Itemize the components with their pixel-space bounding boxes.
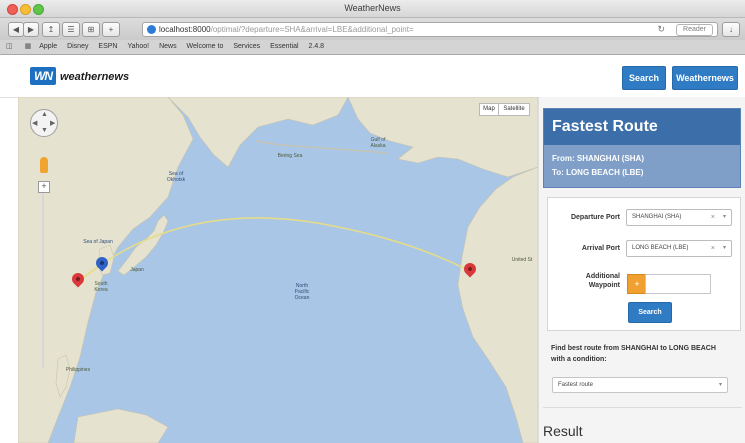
map-label-bering-sea: Bering Sea <box>277 153 303 159</box>
map-label-japan: Japan <box>130 267 144 273</box>
waypoint-input[interactable] <box>645 274 711 294</box>
sidebar-icon[interactable]: ☰ <box>62 22 80 37</box>
share-icon[interactable]: ↥ <box>42 22 60 37</box>
pan-control[interactable]: ▲ ▼ ◀ ▶ <box>30 109 58 137</box>
reader-button[interactable]: Reader <box>676 24 713 36</box>
weathernews-button[interactable]: Weathernews <box>672 66 738 90</box>
bookmark-item[interactable]: Welcome to <box>187 40 224 54</box>
header-search-button[interactable]: Search <box>622 66 666 90</box>
bookmark-item[interactable]: 2.4.8 <box>308 40 324 54</box>
clear-arrival-icon[interactable]: × <box>706 241 715 256</box>
route-title: Fastest Route <box>544 109 740 145</box>
map-label-philippines: Philippines <box>65 367 91 373</box>
browser-titlebar: WeatherNews <box>0 0 745 18</box>
street-view-pegman-icon[interactable] <box>40 157 48 173</box>
route-from: From: SHANGHAI (SHA) <box>552 154 644 163</box>
arrival-port-select[interactable]: LONG BEACH (LBE) × ▾ <box>626 240 732 257</box>
url-path: /optimal/?departure=SHA&arrival=LBE&addi… <box>210 25 414 34</box>
pan-left-icon[interactable]: ◀ <box>32 119 37 127</box>
add-waypoint-button[interactable]: + <box>627 274 647 294</box>
condition-select[interactable]: Fastest route ▾ <box>552 377 728 393</box>
back-icon[interactable]: ◀ <box>8 22 24 37</box>
bookmarks-bar: ◫ ▦ Apple Disney ESPN Yahoo! News Welcome… <box>0 40 745 55</box>
bookmark-item[interactable]: Essential <box>270 40 298 54</box>
pan-up-icon[interactable]: ▲ <box>41 111 48 118</box>
url-host: localhost:8000 <box>159 25 211 34</box>
chevron-down-icon: ▾ <box>722 214 726 220</box>
route-to: To: LONG BEACH (LBE) <box>552 168 644 177</box>
map-label-south-korea: South Korea <box>94 281 108 293</box>
pan-down-icon[interactable]: ▼ <box>41 127 48 134</box>
arrival-port-label: Arrival Port <box>581 245 620 252</box>
departure-port-label: Departure Port <box>570 214 620 221</box>
bookmark-item[interactable]: ESPN <box>98 40 117 54</box>
pan-right-icon[interactable]: ▶ <box>50 119 55 127</box>
zoom-slider-track[interactable] <box>42 193 44 368</box>
site-header: WN weathernews Search Weathernews <box>0 55 745 98</box>
bookmark-item[interactable]: News <box>159 40 177 54</box>
condition-description: Find best route from SHANGHAI to LONG BE… <box>551 345 716 363</box>
route-summary-card: Fastest Route From: SHANGHAI (SHA) To: L… <box>543 108 741 188</box>
globe-icon <box>147 25 156 34</box>
map-label-north-pacific: North Pacific Ocean <box>294 283 310 301</box>
map-label-gulf-of-alaska: Gulf of Alaska <box>370 137 386 149</box>
departure-port-select[interactable]: SHANGHAI (SHA) × ▾ <box>626 209 732 226</box>
additional-waypoint-label: Additional Waypoint <box>585 273 620 289</box>
downloads-icon[interactable]: ↓ <box>722 22 740 37</box>
map-type-map-button[interactable]: Map <box>479 103 499 116</box>
route-form: Departure Port SHANGHAI (SHA) × ▾ Arriva… <box>547 197 741 331</box>
map-label-united-states: United St <box>511 257 533 263</box>
condition-select-value: Fastest route <box>558 382 594 388</box>
window-title: WeatherNews <box>344 3 401 13</box>
add-tab-icon[interactable]: + <box>102 22 120 37</box>
route-search-button[interactable]: Search <box>628 302 672 323</box>
panel-divider <box>543 407 742 408</box>
bookmark-item[interactable]: Apple <box>39 40 57 54</box>
map-type-satellite-button[interactable]: Satellite <box>498 103 530 116</box>
reading-list-icon[interactable]: ◫ <box>6 40 13 54</box>
reload-icon[interactable]: ↻ <box>657 23 665 36</box>
forward-icon[interactable]: ▶ <box>23 22 39 37</box>
route-panel: Fastest Route From: SHANGHAI (SHA) To: L… <box>538 97 745 443</box>
route-map[interactable]: Map Satellite ▲ ▼ ◀ ▶ + Bering Sea Gulf … <box>18 97 538 443</box>
arrival-port-value: LONG BEACH (LBE) <box>632 245 689 251</box>
map-label-sea-of-japan: Sea of Japan <box>83 239 113 245</box>
logo-text[interactable]: weathernews <box>60 71 129 83</box>
address-bar[interactable]: localhost:8000/optimal/?departure=SHA&ar… <box>142 22 718 37</box>
zoom-in-button[interactable]: + <box>38 181 50 193</box>
bookmark-item[interactable]: Disney <box>67 40 88 54</box>
clear-departure-icon[interactable]: × <box>706 210 715 225</box>
browser-toolbar: ◀ ▶ ↥ ☰ ⊞ + localhost:8000/optimal/?depa… <box>0 18 745 40</box>
chevron-down-icon: ▾ <box>718 382 722 388</box>
bookmarks-grid-icon[interactable]: ▦ <box>25 40 32 54</box>
top-sites-icon[interactable]: ⊞ <box>82 22 100 37</box>
result-heading: Result <box>543 423 583 439</box>
map-canvas <box>18 97 538 443</box>
departure-port-value: SHANGHAI (SHA) <box>632 214 682 220</box>
bookmark-item[interactable]: Services <box>233 40 260 54</box>
logo-icon[interactable]: WN <box>30 67 56 85</box>
bookmark-item[interactable]: Yahoo! <box>127 40 149 54</box>
chevron-down-icon: ▾ <box>722 245 726 251</box>
map-label-sea-of-okhotsk: Sea of Okhotsk <box>166 171 186 183</box>
